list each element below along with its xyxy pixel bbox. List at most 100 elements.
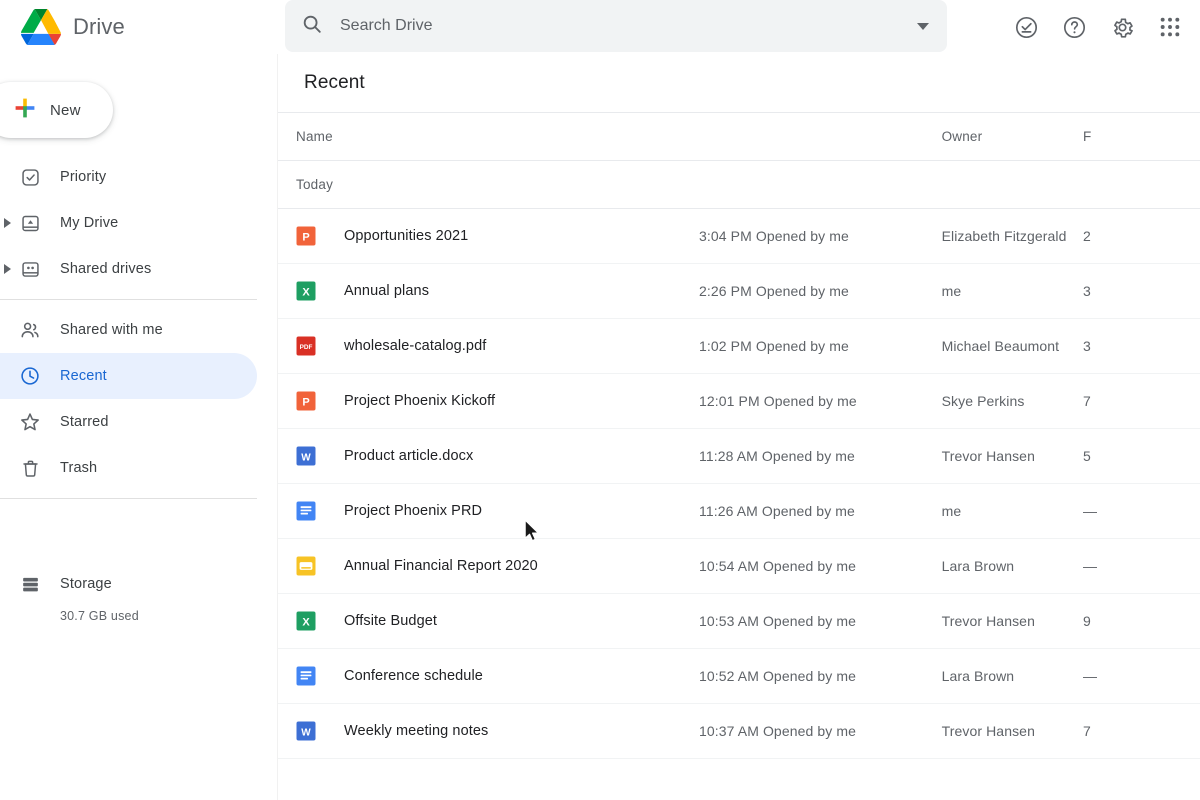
file-name: Conference schedule [344,668,483,684]
file-size: — [1082,668,1098,684]
file-owner: Trevor Hansen [941,613,1035,629]
clock-icon [18,364,42,388]
file-activity: 12:01 PM Opened by me [699,393,857,409]
sidebar-item-priority[interactable]: Priority [0,154,257,200]
file-owner: Lara Brown [941,558,1015,574]
sidebar-item-starred[interactable]: Starred [0,399,257,445]
sidebar-divider-1 [0,299,257,300]
chevron-right-icon [3,218,11,228]
file-name: Annual Financial Report 2020 [344,558,538,574]
google-drive-logo [20,8,61,46]
storage-icon [18,572,42,596]
storage-row[interactable]: Storage [0,564,277,604]
main-content: Recent Name Owner F Today P Opportunities… [277,54,1200,800]
expand-shared-drives-button[interactable] [0,258,18,280]
table-row[interactable]: X Annual plans 2:26 PM Opened by me me 3 [278,264,1200,319]
brand-area[interactable]: Drive [0,0,277,54]
table-row[interactable]: PDF wholesale-catalog.pdf 1:02 PM Opened b… [278,319,1200,374]
apps-grid-icon[interactable] [1146,3,1194,51]
file-owner: Trevor Hansen [941,723,1035,739]
file-size: 3 [1082,283,1091,299]
file-activity: 11:26 AM Opened by me [699,503,855,519]
file-owner: me [941,283,962,299]
search-input[interactable] [340,17,899,35]
file-owner: Lara Brown [941,668,1015,684]
file-name: Offsite Budget [344,613,438,629]
file-size: 7 [1082,723,1091,739]
page-title: Recent [304,72,365,93]
svg-text:X: X [302,286,310,298]
sidebar-item-shared-with-me[interactable]: Shared with me [0,307,257,353]
tasks-icon[interactable] [1002,3,1050,51]
my-drive-icon [18,211,42,235]
svg-text:P: P [302,231,309,243]
google-docs-icon [296,501,316,521]
file-name: Annual plans [344,283,430,299]
storage-section[interactable]: Storage 30.7 GB used [0,564,277,623]
table-column-headers: Name Owner F [278,113,1200,160]
column-header-file-size[interactable]: F [1083,129,1200,144]
column-header-name[interactable]: Name [278,129,942,144]
chevron-right-icon [3,264,11,274]
file-owner: Skye Perkins [941,393,1025,409]
file-size: 9 [1082,613,1091,629]
column-header-owner[interactable]: Owner [942,129,1083,144]
gear-icon[interactable] [1098,3,1146,51]
sidebar: New Priority My Drive Shared drives Shar… [0,54,277,800]
storage-label: Storage [60,576,112,592]
table-row[interactable]: W Product article.docx 11:28 AM Opened by … [278,429,1200,484]
sidebar-item-label: Recent [60,368,107,384]
sidebar-item-label: My Drive [60,215,119,231]
table-row[interactable]: P Opportunities 2021 3:04 PM Opened by me E… [278,209,1200,264]
file-size: 2 [1082,228,1091,244]
svg-text:X: X [302,616,310,628]
file-size: 7 [1082,393,1091,409]
expand-my-drive-button[interactable] [0,212,18,234]
file-owner: Trevor Hansen [941,448,1035,464]
sidebar-item-shared-drives[interactable]: Shared drives [0,246,257,292]
sidebar-item-recent[interactable]: Recent [0,353,257,399]
trash-icon [18,456,42,480]
sidebar-item-my-drive[interactable]: My Drive [0,200,257,246]
word-docx-icon: W [296,446,316,466]
new-button[interactable]: New [0,82,113,138]
group-label-today: Today [296,177,334,192]
file-activity: 2:26 PM Opened by me [699,283,849,299]
file-activity: 1:02 PM Opened by me [699,338,849,354]
file-activity: 10:37 AM Opened by me [699,723,856,739]
new-button-label: New [50,101,81,119]
google-docs-icon [296,666,316,686]
file-name: Project Phoenix PRD [344,503,483,519]
file-activity: 10:53 AM Opened by me [699,613,856,629]
help-icon[interactable] [1050,3,1098,51]
svg-text:W: W [301,727,311,738]
svg-text:PDF: PDF [300,344,313,351]
sidebar-divider-2 [0,498,257,499]
file-activity: 11:28 AM Opened by me [699,448,855,464]
file-list: P Opportunities 2021 3:04 PM Opened by me E… [278,209,1200,759]
google-drive-window: Drive Search Drive New Priority My Drive… [0,0,1200,800]
google-forms-icon [296,556,316,576]
svg-text:W: W [301,452,311,463]
table-row[interactable]: Conference schedule 10:52 AM Opened by me… [278,649,1200,704]
file-activity: 10:52 AM Opened by me [699,668,856,684]
table-row[interactable]: P Project Phoenix Kickoff 12:01 PM Opened … [278,374,1200,429]
table-row[interactable]: X Offsite Budget 10:53 AM Opened by me Trev… [278,594,1200,649]
sidebar-item-label: Shared with me [60,322,163,338]
top-bar-actions [1002,0,1194,54]
file-name: Opportunities 2021 [344,228,469,244]
search-bar[interactable] [285,0,947,52]
star-icon [18,410,42,434]
search-options-button[interactable] [899,0,947,52]
app-title: Drive [73,14,125,39]
file-name: wholesale-catalog.pdf [344,338,487,354]
sidebar-nav: Priority My Drive Shared drives Shared w… [0,154,277,506]
storage-used-text: 30.7 GB used [60,609,139,623]
table-row[interactable]: W Weekly meeting notes 10:37 AM Opened by … [278,704,1200,759]
sidebar-item-trash[interactable]: Trash [0,445,257,491]
table-row[interactable]: Project Phoenix PRD 11:26 AM Opened by me… [278,484,1200,539]
file-size: — [1082,503,1098,519]
priority-check-icon [18,165,42,189]
table-row[interactable]: Annual Financial Report 2020 10:54 AM Ope… [278,539,1200,594]
google-sheets-icon: X [296,611,316,631]
